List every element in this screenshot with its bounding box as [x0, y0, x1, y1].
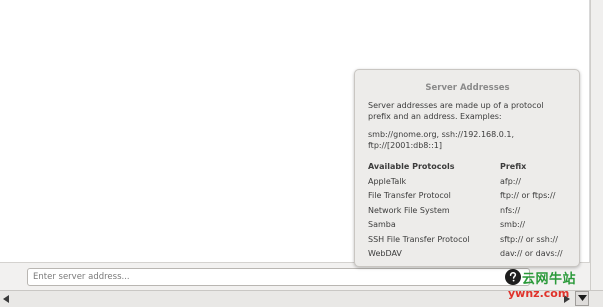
protocol-name: WebDAV: [368, 249, 402, 259]
protocol-prefix: ftp:// or ftps://: [500, 191, 556, 201]
protocols-header: Available Protocols: [368, 162, 455, 171]
protocol-name: Samba: [368, 220, 396, 230]
protocol-name: File Transfer Protocol: [368, 191, 451, 201]
table-row: SSH File Transfer Protocol sftp:// or ss…: [368, 233, 567, 247]
prefix-header: Prefix: [500, 162, 527, 171]
server-addresses-popover: Server Addresses Server addresses are ma…: [354, 69, 580, 267]
site-watermark: 云网牛站 ywnz.com: [508, 266, 588, 306]
protocol-prefix: dav:// or davs://: [500, 249, 563, 259]
table-header-row: Available Protocols Prefix: [368, 162, 567, 175]
protocol-name: AppleTalk: [368, 177, 407, 186]
watermark-chinese: 云网牛站: [522, 272, 577, 287]
arrow-left-icon: [2, 294, 9, 303]
table-row: AppleTalk afp://: [368, 175, 567, 189]
scroll-left-button[interactable]: [0, 292, 12, 305]
protocol-name: SSH File Transfer Protocol: [368, 234, 470, 244]
table-row: Samba smb://: [368, 218, 567, 232]
table-row: WebDAV dav:// or davs://: [368, 247, 567, 261]
protocol-prefix: afp://: [500, 177, 521, 186]
table-row: File Transfer Protocol ftp:// or ftps://: [368, 189, 567, 203]
table-row: Network File System nfs://: [368, 204, 567, 218]
popover-title: Server Addresses: [425, 83, 510, 93]
protocol-prefix: smb://: [500, 220, 526, 230]
popover-description: Server addresses are made up of a protoc…: [368, 101, 544, 121]
protocol-prefix: sftp:// or ssh://: [500, 234, 558, 244]
protocols-table: Available Protocols Prefix AppleTalk afp…: [368, 162, 567, 261]
vertical-scrollbar[interactable]: [590, 0, 603, 290]
server-address-input[interactable]: [27, 268, 530, 286]
popover-examples: smb://gnome.org, ssh://192.168.0.1, ftp:…: [368, 130, 515, 150]
protocol-prefix: nfs://: [500, 205, 521, 215]
watermark-domain: ywnz.com: [508, 287, 570, 300]
protocol-name: Network File System: [368, 205, 450, 215]
